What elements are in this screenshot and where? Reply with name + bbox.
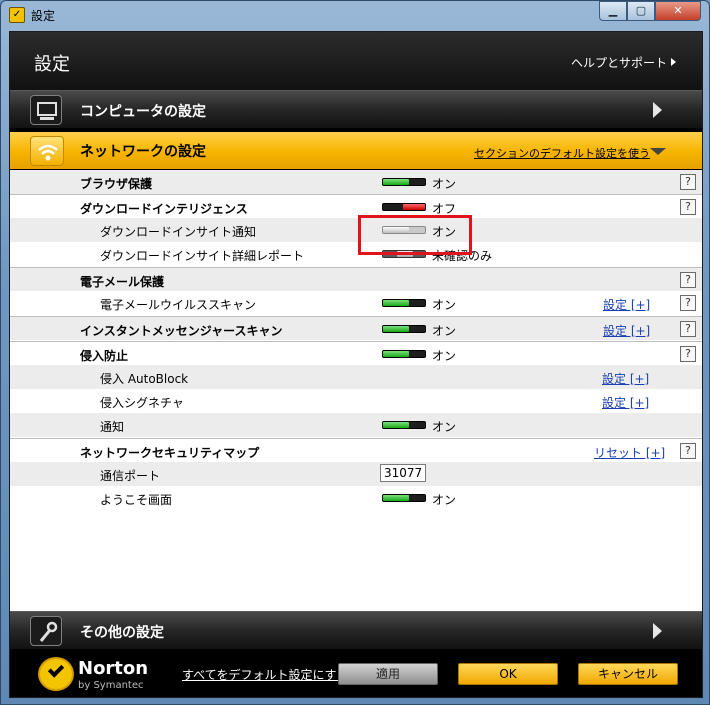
reset-link[interactable]: リセット [+]: [594, 444, 665, 461]
setting-label: 侵入シグネチャ: [100, 396, 184, 410]
highlight-box: [358, 215, 472, 255]
minimize-button[interactable]: ▁: [599, 1, 627, 21]
chevron-right-icon: [671, 58, 676, 66]
norton-brand: Norton: [78, 658, 149, 679]
toggle-state: オン: [432, 177, 457, 191]
setting-row-comm-port: 通信ポート 31077: [10, 462, 702, 486]
setting-label: 電子メール保護: [80, 275, 165, 289]
norton-logo-icon: [38, 657, 74, 691]
toggle-state: オン: [432, 324, 457, 338]
setting-row-welcome-screen: ようこそ画面 オン: [10, 486, 702, 510]
toggle-state: オン: [432, 420, 457, 434]
window-title: 設定: [31, 9, 56, 23]
help-icon[interactable]: ?: [680, 272, 696, 288]
help-icon[interactable]: ?: [680, 199, 696, 215]
use-section-defaults-link[interactable]: セクションのデフォルト設定を使う: [474, 145, 650, 161]
wifi-icon: [30, 136, 64, 166]
setting-row-network-security-map: ネットワークセキュリティマップ リセット [+] ?: [10, 438, 702, 462]
toggle-switch[interactable]: [382, 325, 426, 333]
toggle-switch[interactable]: [382, 494, 426, 502]
window-controls: ▁ ▢ ✕: [599, 1, 701, 21]
help-icon[interactable]: ?: [680, 295, 696, 311]
setting-row-download-insight-notify: ダウンロードインサイト通知 オン: [10, 218, 702, 242]
wrench-icon: [30, 616, 62, 646]
setting-label: 通信ポート: [100, 469, 161, 483]
toggle-switch[interactable]: [382, 350, 426, 358]
help-icon[interactable]: ?: [680, 443, 696, 459]
monitor-icon: [30, 95, 62, 125]
help-icon[interactable]: ?: [680, 346, 696, 362]
setting-label: ブラウザ保護: [80, 177, 153, 191]
setting-label: ネットワークセキュリティマップ: [80, 446, 260, 460]
toggle-state: オン: [432, 349, 457, 363]
help-icon[interactable]: ?: [680, 321, 696, 337]
setting-row-browser-protection: ブラウザ保護 オン ?: [10, 170, 702, 194]
setting-row-im-scan: インスタントメッセンジャースキャン オン 設定 [+] ?: [10, 316, 702, 340]
setting-row-download-insight-report: ダウンロードインサイト詳細レポート 未確認のみ: [10, 242, 702, 266]
setting-row-intrusion-autoblock: 侵入 AutoBlock 設定 [+]: [10, 365, 702, 389]
toggle-switch[interactable]: [382, 178, 426, 186]
footer-bar: Norton by Symantec すべてをデフォルト設定にする 適用 OK …: [10, 649, 702, 697]
setting-label: インスタントメッセンジャースキャン: [80, 324, 283, 338]
setting-label: 通知: [100, 420, 125, 434]
section-computer-label: コンピュータの設定: [80, 104, 206, 120]
help-icon[interactable]: ?: [680, 174, 696, 190]
setting-label: 電子メールウイルススキャン: [100, 298, 257, 312]
toggle-switch[interactable]: [382, 421, 426, 429]
setting-row-email-protection: 電子メール保護 ?: [10, 267, 702, 291]
settings-header: 設定 ヘルプとサポート: [10, 32, 702, 90]
comm-port-field[interactable]: 31077: [380, 464, 426, 482]
network-settings-list: ブラウザ保護 オン ? ダウンロードインテリジェンス オフ ? ダウンロードイン…: [10, 170, 702, 611]
norton-app-icon: ✓: [9, 7, 25, 23]
setting-label: ようこそ画面: [100, 493, 173, 507]
client-area: 設定 ヘルプとサポート コンピュータの設定 ネットワークの設定 セクションのデフ…: [9, 31, 703, 698]
configure-link[interactable]: 設定 [+]: [603, 296, 650, 313]
restore-all-defaults-link[interactable]: すべてをデフォルト設定にする: [182, 666, 349, 683]
page-title: 設定: [34, 54, 70, 75]
configure-link[interactable]: 設定 [+]: [602, 394, 649, 411]
help-support-label[interactable]: ヘルプとサポート: [571, 56, 667, 70]
section-other-settings[interactable]: その他の設定: [10, 611, 702, 649]
close-button[interactable]: ✕: [655, 1, 701, 21]
chevron-down-icon[interactable]: [650, 148, 666, 155]
norton-brand-sub: by Symantec: [78, 680, 144, 691]
toggle-switch[interactable]: [382, 203, 426, 211]
setting-label: ダウンロードインテリジェンス: [80, 202, 248, 216]
setting-label: 侵入 AutoBlock: [100, 372, 189, 386]
setting-row-download-intelligence: ダウンロードインテリジェンス オフ ?: [10, 194, 702, 218]
title-bar[interactable]: ✓ 設定 ▁ ▢ ✕: [1, 1, 709, 29]
setting-row-intrusion-signatures: 侵入シグネチャ 設定 [+]: [10, 389, 702, 413]
setting-label: 侵入防止: [80, 349, 129, 363]
section-other-label: その他の設定: [80, 625, 164, 641]
setting-row-intrusion-prevention: 侵入防止 オン ?: [10, 341, 702, 365]
section-network-settings[interactable]: ネットワークの設定 セクションのデフォルト設定を使う: [10, 132, 702, 169]
cancel-button[interactable]: キャンセル: [578, 663, 678, 685]
help-support-link[interactable]: ヘルプとサポート: [571, 54, 676, 71]
toggle-state: オン: [432, 493, 457, 507]
section-computer-settings[interactable]: コンピュータの設定: [10, 90, 702, 128]
ok-button[interactable]: OK: [458, 663, 558, 685]
toggle-switch[interactable]: [382, 299, 426, 307]
settings-window: ✓ 設定 ▁ ▢ ✕ 設定 ヘルプとサポート コンピュータの設定 ネットワークの…: [0, 0, 710, 705]
configure-link[interactable]: 設定 [+]: [602, 370, 649, 387]
apply-button[interactable]: 適用: [338, 663, 438, 685]
configure-link[interactable]: 設定 [+]: [603, 322, 650, 339]
section-network-label: ネットワークの設定: [80, 144, 206, 160]
chevron-right-icon[interactable]: [653, 623, 662, 639]
setting-label: ダウンロードインサイト通知: [100, 225, 257, 239]
maximize-button[interactable]: ▢: [627, 1, 655, 21]
chevron-right-icon[interactable]: [653, 102, 662, 118]
setting-row-notifications: 通知 オン: [10, 413, 702, 437]
setting-label: ダウンロードインサイト詳細レポート: [100, 249, 305, 263]
setting-row-email-virus-scan: 電子メールウイルススキャン オン 設定 [+] ?: [10, 291, 702, 315]
toggle-state: オン: [432, 298, 457, 312]
